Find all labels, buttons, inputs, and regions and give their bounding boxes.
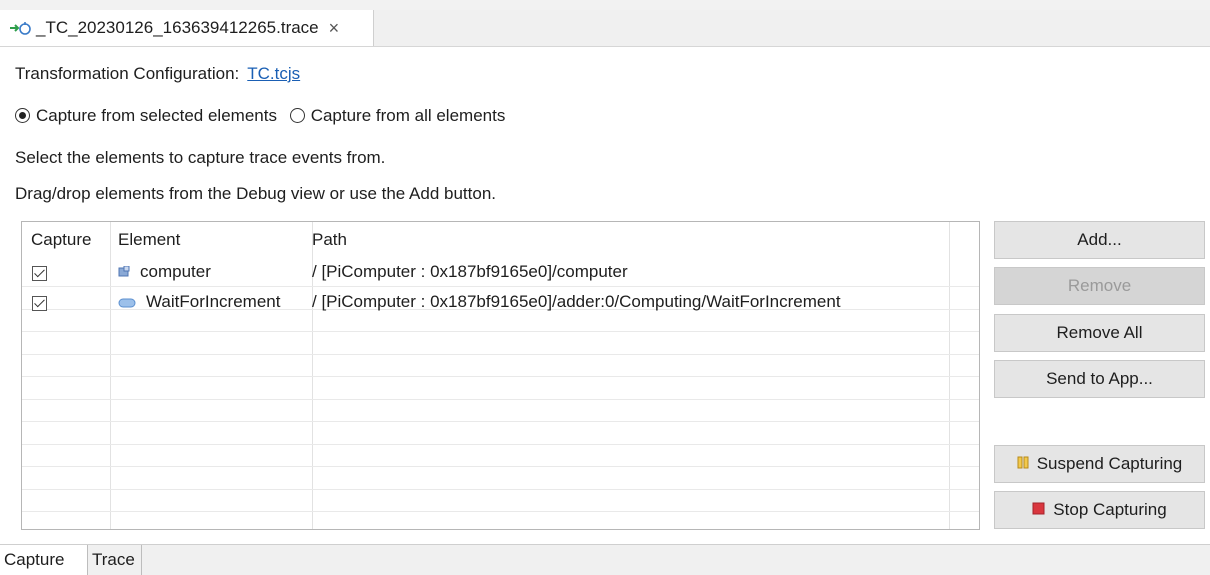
- column-header-element[interactable]: Element: [118, 230, 180, 250]
- path-cell: / [PiComputer : 0x187bf9165e0]/computer: [312, 262, 628, 281]
- remove-button[interactable]: Remove: [994, 267, 1205, 305]
- top-strip: [0, 0, 1210, 10]
- stop-capturing-button[interactable]: Stop Capturing: [994, 491, 1205, 529]
- editor-tab-bar: _TC_20230126_163639412265.trace ×: [0, 10, 1210, 47]
- part-icon: [118, 263, 130, 283]
- grid-line: [22, 444, 979, 445]
- suspend-label: Suspend Capturing: [1036, 454, 1183, 473]
- element-cell: WaitForIncrement: [118, 292, 280, 313]
- transformation-link[interactable]: TC.tcjs: [247, 64, 300, 83]
- instruction-line-1: Select the elements to capture trace eve…: [15, 148, 386, 167]
- grid-line: [22, 376, 979, 377]
- editor-tab[interactable]: _TC_20230126_163639412265.trace ×: [0, 10, 374, 46]
- bottom-tab-bar: Capture Trace: [0, 544, 1210, 575]
- instruction-line-2: Drag/drop elements from the Debug view o…: [15, 184, 496, 203]
- close-icon[interactable]: ×: [329, 18, 340, 39]
- radio-all-elements[interactable]: Capture from all elements: [289, 106, 506, 125]
- tab-capture[interactable]: Capture: [0, 545, 88, 575]
- grid-line: [22, 466, 979, 467]
- column-header-path[interactable]: Path: [312, 230, 347, 250]
- radio-selected-label: Capture from selected elements: [36, 106, 277, 125]
- tab-trace[interactable]: Trace: [88, 545, 142, 575]
- add-button[interactable]: Add...: [994, 221, 1205, 259]
- capture-editor: Transformation Configuration: TC.tcjs Cap…: [0, 47, 1210, 544]
- radio-button-icon[interactable]: [289, 108, 305, 123]
- transformation-label: Transformation Configuration:: [15, 64, 240, 83]
- remove-all-button[interactable]: Remove All: [994, 314, 1205, 352]
- suspend-capturing-button[interactable]: Suspend Capturing: [994, 445, 1205, 483]
- grid-line: [22, 511, 979, 512]
- send-to-app-button[interactable]: Send to App...: [994, 360, 1205, 398]
- column-header-capture[interactable]: Capture: [31, 230, 91, 250]
- element-name: computer: [140, 262, 211, 281]
- capture-checkbox[interactable]: [32, 296, 47, 311]
- grid-line: [22, 421, 979, 422]
- radio-selected-elements[interactable]: Capture from selected elements: [15, 106, 282, 125]
- grid-line: [22, 399, 979, 400]
- element-cell: computer: [118, 262, 211, 283]
- capture-checkbox[interactable]: [32, 266, 47, 281]
- path-cell: / [PiComputer : 0x187bf9165e0]/adder:0/C…: [312, 292, 841, 311]
- stop-icon: [1032, 500, 1045, 520]
- radio-button-selected-icon[interactable]: [15, 108, 30, 123]
- capture-mode-group: Capture from selected elements Capture f…: [15, 106, 505, 126]
- editor-tab-title: _TC_20230126_163639412265.trace: [36, 18, 319, 37]
- transformation-config: Transformation Configuration: TC.tcjs: [15, 64, 300, 84]
- grid-line: [22, 286, 979, 287]
- pause-icon: [1017, 454, 1029, 474]
- grid-line: [22, 489, 979, 490]
- stop-label: Stop Capturing: [1053, 500, 1167, 519]
- grid-line: [22, 331, 979, 332]
- state-icon: [118, 293, 136, 313]
- radio-all-label: Capture from all elements: [310, 106, 506, 125]
- element-name: WaitForIncrement: [146, 292, 281, 311]
- grid-line: [22, 354, 979, 355]
- capture-elements-table[interactable]: Capture Element Path computer / [PiCompu…: [21, 221, 980, 530]
- trace-file-icon: [8, 19, 34, 37]
